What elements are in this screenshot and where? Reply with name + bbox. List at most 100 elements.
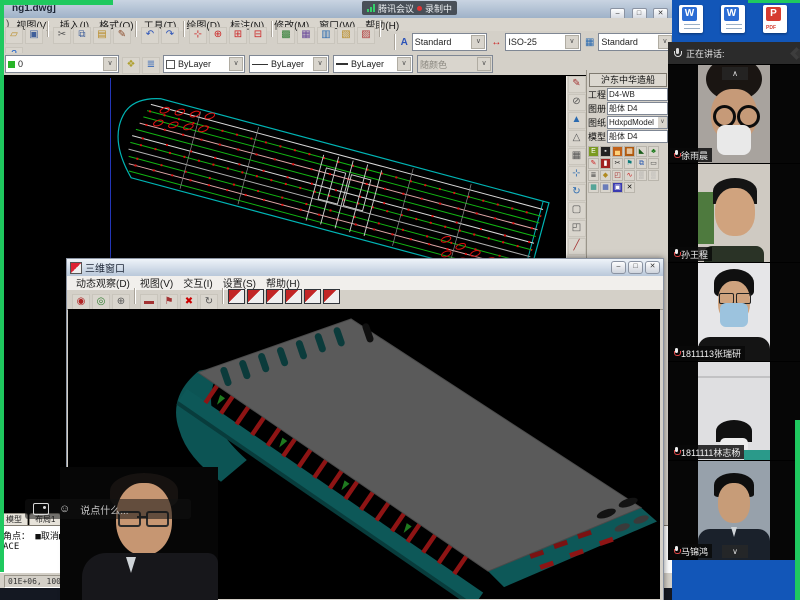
meeting-chat-bar[interactable]: ☺ 说点什么...: [25, 499, 191, 519]
panel-tool-icon[interactable]: E: [588, 146, 599, 157]
rectangle-icon[interactable]: ▢: [568, 202, 586, 219]
panel-tool-icon[interactable]: ✂: [612, 158, 623, 169]
panel-tool-icon[interactable]: ▦: [588, 182, 599, 193]
panel-tool-icon[interactable]: ▒: [648, 170, 659, 181]
linetype-combo[interactable]: ByLayer∨: [249, 55, 329, 73]
pan-icon[interactable]: ⊹: [189, 27, 207, 44]
dim-style-icon: ↔: [491, 37, 501, 48]
share-border-right: [795, 420, 800, 600]
album-value[interactable]: 船体 D4: [607, 102, 668, 115]
panel-tool-icon[interactable]: ◆: [600, 170, 611, 181]
participant-name: 1811113张瑞研: [681, 347, 741, 360]
table-style-combo[interactable]: Standard∨: [598, 33, 674, 51]
panel-tool-icon[interactable]: ▄: [612, 146, 623, 157]
desktop-icon-pdf[interactable]: P PDF: [762, 5, 788, 39]
tab-model[interactable]: 模型: [0, 513, 28, 525]
view-cube-icon[interactable]: [247, 289, 264, 304]
mic-icon: [673, 249, 679, 259]
participant-tile[interactable]: 1811113张瑞研: [668, 262, 800, 362]
panel-tool-icon[interactable]: ▭: [648, 158, 659, 169]
view-cube-icon[interactable]: [304, 289, 321, 304]
panel-tool-icon[interactable]: ⧉: [636, 158, 647, 169]
redo-icon[interactable]: ↷: [161, 27, 179, 44]
desktop-icon-word-doc-1[interactable]: W: [678, 5, 704, 39]
table-style-icon: ▦: [585, 37, 594, 48]
text-style-combo[interactable]: Standard∨: [412, 33, 488, 51]
paste-icon[interactable]: ▤: [93, 27, 111, 44]
panel-tool-icon[interactable]: ▦: [624, 146, 635, 157]
cut-icon[interactable]: ✂: [53, 27, 71, 44]
view-cube-icon[interactable]: [323, 289, 340, 304]
panel-tool-icon[interactable]: ♣: [648, 146, 659, 157]
layer-manager-icon[interactable]: ≣: [142, 57, 160, 74]
screenshot-icon[interactable]: [33, 503, 49, 515]
share-border-top-left: [0, 0, 113, 5]
panel-tool-icon[interactable]: ▦: [600, 182, 611, 193]
designcenter-icon[interactable]: ▦: [297, 27, 315, 44]
participant-tile[interactable]: 1811111林志杨: [668, 361, 800, 461]
participant-tile[interactable]: ∨ 马锦鸿: [668, 460, 800, 560]
panel-tool-icon[interactable]: ✕: [624, 182, 635, 193]
drawing-value[interactable]: HdxpdModel∨: [607, 116, 668, 129]
emoji-icon[interactable]: ☺: [59, 504, 70, 515]
panel-tool-icon[interactable]: ◰: [612, 170, 623, 181]
participant-tile[interactable]: ∧ 徐雨晨: [668, 64, 800, 164]
markup-icon[interactable]: ▨: [357, 27, 375, 44]
chat-input-placeholder[interactable]: 说点什么...: [80, 502, 128, 517]
panel-tool-icon[interactable]: ✎: [588, 158, 599, 169]
panel-tool-icon[interactable]: ◣: [636, 146, 647, 157]
color-combo[interactable]: ByLayer∨: [163, 55, 245, 73]
zoom-realtime-icon[interactable]: ⊕: [209, 27, 227, 44]
view-cube-icon[interactable]: [266, 289, 283, 304]
wireframe-ship-block[interactable]: [0, 75, 586, 270]
tool-palettes-icon[interactable]: ▥: [317, 27, 335, 44]
panel-tool-icon[interactable]: ▮: [600, 158, 611, 169]
layer-combo[interactable]: 0∨: [5, 55, 119, 73]
save-icon[interactable]: ▣: [25, 27, 43, 44]
viewer3d-minimize-button[interactable]: –: [611, 261, 626, 274]
toolbar-separator: [183, 21, 185, 37]
view-cube-icon[interactable]: [228, 289, 245, 304]
sheet-set-icon[interactable]: ▧: [337, 27, 355, 44]
dim-style-combo[interactable]: ISO-25∨: [505, 33, 581, 51]
model-value[interactable]: 船体 D4: [607, 130, 668, 143]
scroll-up-button[interactable]: ∧: [722, 67, 748, 80]
open-icon[interactable]: ▱: [5, 27, 23, 44]
panel-tool-icon[interactable]: ▣: [612, 182, 623, 193]
lineweight-combo[interactable]: ByLayer∨: [333, 55, 413, 73]
view-cube-icon[interactable]: [285, 289, 302, 304]
zoom-previous-icon[interactable]: ⊟: [249, 27, 267, 44]
desktop-icon-word-doc-2[interactable]: W: [720, 5, 746, 39]
circle-icon[interactable]: ⊘: [568, 94, 586, 111]
array-icon[interactable]: ▦: [568, 148, 586, 165]
panel-tool-icon[interactable]: ▒: [636, 170, 647, 181]
panel-tool-icon[interactable]: ⚑: [624, 158, 635, 169]
viewer3d-close-button[interactable]: ✕: [645, 261, 660, 274]
panel-tool-icon[interactable]: ∿: [624, 170, 635, 181]
slash-icon[interactable]: ╱: [568, 238, 586, 255]
move-icon[interactable]: ⊹: [568, 166, 586, 183]
undo-icon[interactable]: ↶: [141, 27, 159, 44]
properties-icon[interactable]: ▩: [277, 27, 295, 44]
corner-icon[interactable]: ◰: [568, 220, 586, 237]
layer-states-icon[interactable]: ❖: [122, 57, 140, 74]
triangle-icon[interactable]: △: [568, 130, 586, 147]
toolbar-separator: [47, 21, 49, 37]
fill-icon[interactable]: ▲: [568, 112, 586, 129]
panel-tool-icon[interactable]: ≣: [588, 170, 599, 181]
viewer3d-maximize-button[interactable]: □: [628, 261, 643, 274]
toolbar-separator: [135, 21, 137, 37]
rotate-icon[interactable]: ↻: [568, 184, 586, 201]
draw-line-icon[interactable]: ✎: [568, 76, 586, 93]
participant-tile[interactable]: 孙王程: [668, 163, 800, 263]
scroll-down-button[interactable]: ∨: [722, 545, 748, 558]
panel-tool-icon[interactable]: ▪: [600, 146, 611, 157]
drawing-label: 图纸: [588, 116, 607, 129]
project-value[interactable]: D4-WB: [607, 88, 668, 101]
match-properties-icon[interactable]: ✎: [113, 27, 131, 44]
meeting-sidebar: 正在讲话: ∧ 徐雨晨: [668, 42, 800, 560]
drawing-field: 图纸 HdxpdModel∨: [588, 116, 668, 129]
presenter-webcam-video[interactable]: [60, 467, 218, 600]
copy-icon[interactable]: ⧉: [73, 27, 91, 44]
zoom-window-icon[interactable]: ⊞: [229, 27, 247, 44]
